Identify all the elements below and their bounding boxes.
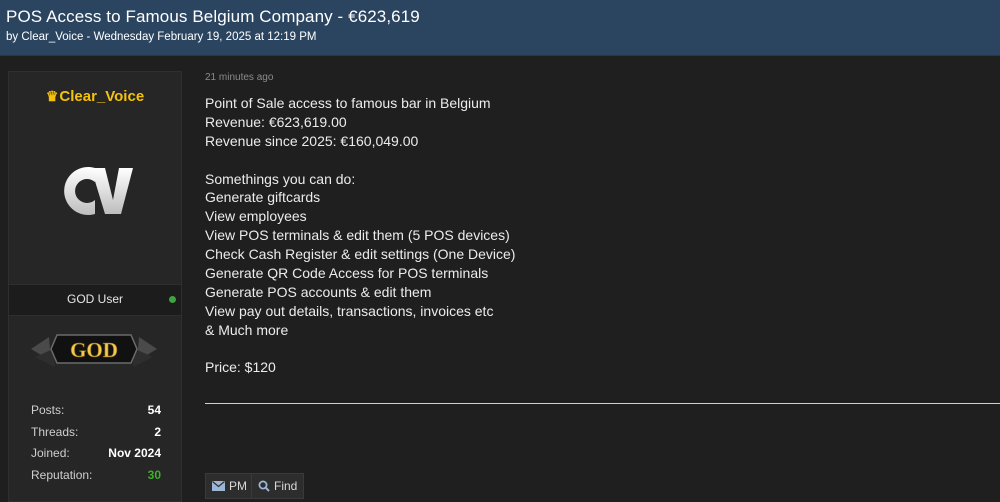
stat-row-threads: Threads: 2 xyxy=(31,425,161,447)
find-label: Find xyxy=(274,479,298,493)
post-line: Somethings you can do: xyxy=(205,170,356,187)
username-text: Clear_Voice xyxy=(59,88,145,105)
god-rank-badge: GOD xyxy=(29,327,159,371)
pm-button[interactable]: PM xyxy=(205,473,254,499)
stat-value: 54 xyxy=(147,403,161,417)
avatar[interactable] xyxy=(57,154,135,226)
post-line: Generate giftcards xyxy=(205,189,321,206)
thread-title: POS Access to Famous Belgium Company - €… xyxy=(6,7,420,26)
thread-byline: by Clear_Voice - Wednesday February 19, … xyxy=(6,31,317,43)
post-line: Price: $120 xyxy=(205,359,276,376)
stat-value: 2 xyxy=(154,424,161,439)
post-line: View pay out details, transactions, invo… xyxy=(205,302,494,319)
post-line: Revenue: €623,619.00 xyxy=(205,113,347,130)
badge-text: GOD xyxy=(70,338,118,362)
online-status-icon xyxy=(169,296,176,303)
post-body: Point of Sale access to famous bar in Be… xyxy=(205,94,985,377)
post-line xyxy=(205,151,985,170)
envelope-icon xyxy=(212,481,225,491)
rank-bar: GOD User xyxy=(9,284,181,316)
post-timestamp[interactable]: 21 minutes ago xyxy=(205,72,273,83)
thread-header: POS Access to Famous Belgium Company - €… xyxy=(0,0,1000,56)
stat-label: Posts: xyxy=(31,403,65,417)
stat-row-reputation: Reputation: 30 xyxy=(31,468,161,490)
find-button[interactable]: Find xyxy=(251,473,305,499)
post-line: & Much more xyxy=(205,321,289,338)
post-line: View POS terminals & edit them (5 POS de… xyxy=(205,227,510,244)
post-line: Generate POS accounts & edit them xyxy=(205,283,432,300)
stat-label: Reputation: xyxy=(31,467,93,482)
search-icon xyxy=(258,480,270,492)
stat-row-joined: Joined: Nov 2024 xyxy=(31,446,161,468)
stat-label: Joined: xyxy=(31,446,70,460)
stat-value: Nov 2024 xyxy=(108,446,161,460)
signature-divider xyxy=(205,403,1000,404)
user-panel: ♛Clear_Voice GOD User GOD Posts: 54 Thre… xyxy=(8,71,182,502)
user-stats: Posts: 54 Threads: 2 Joined: Nov 2024 Re… xyxy=(31,403,161,489)
reputation-value[interactable]: 30 xyxy=(148,468,161,482)
stat-row-posts: Posts: 54 xyxy=(31,403,161,425)
post-line: Point of Sale access to famous bar in Be… xyxy=(205,95,491,111)
crown-icon: ♛ xyxy=(45,88,59,104)
post-line xyxy=(205,340,985,359)
post-line: Check Cash Register & edit settings (One… xyxy=(205,246,516,263)
post-line: Revenue since 2025: €160,049.00 xyxy=(205,132,419,149)
stat-label: Threads: xyxy=(31,424,79,439)
pm-label: PM xyxy=(229,479,247,493)
avatar-logo xyxy=(64,167,133,215)
user-rank: GOD User xyxy=(66,292,123,306)
post-line: View employees xyxy=(205,208,307,225)
username-link[interactable]: ♛Clear_Voice xyxy=(9,88,181,105)
post-line: Generate QR Code Access for POS terminal… xyxy=(205,265,489,282)
